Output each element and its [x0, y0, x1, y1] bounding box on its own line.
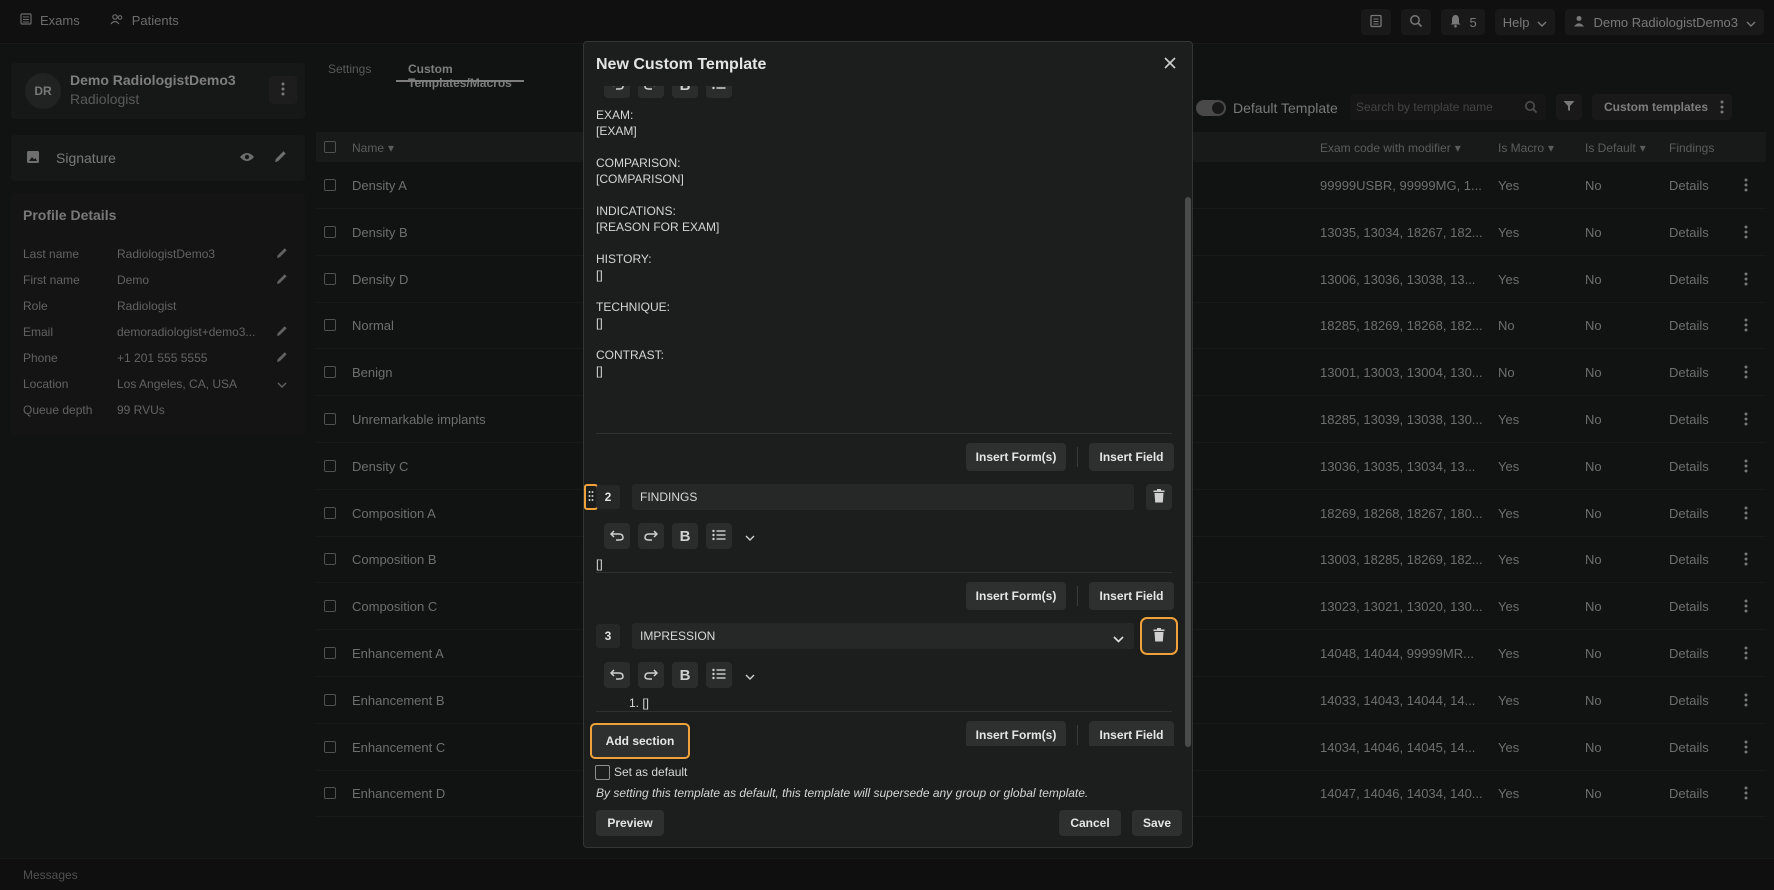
undo-button[interactable] — [604, 86, 630, 98]
section-name-select[interactable]: IMPRESSION — [632, 623, 1134, 649]
bold-icon: B — [680, 86, 691, 94]
template-text-line: [] — [596, 316, 603, 330]
divider — [596, 711, 1172, 712]
set-default-checkbox[interactable] — [595, 765, 610, 780]
template-text-line: [REASON FOR EXAM] — [596, 220, 720, 234]
section-2-content[interactable]: [] — [596, 556, 603, 572]
new-template-modal: New Custom Template B EXAM: [EXAM] COMPARI… — [583, 41, 1193, 848]
undo-icon — [610, 86, 624, 93]
template-text-line: TECHNIQUE: — [596, 300, 671, 314]
chevron-down-icon — [745, 668, 755, 683]
editor-toolbar-section-3: B — [604, 662, 760, 688]
insert-forms-button[interactable]: Insert Form(s) — [966, 721, 1066, 746]
chevron-down-icon — [745, 529, 755, 544]
insert-forms-button[interactable]: Insert Form(s) — [966, 582, 1066, 610]
template-text-line: [] — [596, 268, 603, 282]
section-number: 2 — [596, 485, 620, 509]
redo-icon — [644, 529, 659, 544]
close-button[interactable] — [1160, 54, 1180, 74]
template-text-line: HISTORY: — [596, 252, 652, 266]
delete-section-button[interactable] — [1140, 617, 1178, 655]
editor-toolbar-section-1: B — [604, 86, 732, 98]
section-3-content[interactable]: 1. [] — [629, 695, 649, 711]
list-icon — [712, 668, 726, 683]
bold-button[interactable]: B — [672, 662, 698, 688]
chevron-down-icon — [1113, 632, 1124, 646]
modal-scroll-area[interactable]: B EXAM: [EXAM] COMPARISON: [COMPARISON] INDI… — [584, 86, 1192, 746]
list-icon — [712, 529, 726, 544]
separator — [1077, 725, 1078, 745]
insert-forms-button[interactable]: Insert Form(s) — [966, 443, 1066, 471]
insert-field-button[interactable]: Insert Field — [1089, 582, 1174, 610]
redo-button[interactable] — [638, 523, 664, 549]
template-text-line: EXAM: — [596, 108, 634, 122]
redo-button[interactable] — [638, 86, 664, 98]
template-text-line: [COMPARISON] — [596, 172, 684, 186]
section-name-input[interactable]: FINDINGS — [632, 484, 1134, 510]
template-text-line: [] — [596, 364, 603, 378]
insert-field-button[interactable]: Insert Field — [1089, 721, 1174, 746]
section-number: 3 — [596, 624, 620, 648]
cancel-button[interactable]: Cancel — [1059, 810, 1121, 836]
template-text-line: COMPARISON: — [596, 156, 681, 170]
template-text-line: INDICATIONS: — [596, 204, 676, 218]
default-note: By setting this template as default, thi… — [596, 786, 1089, 800]
list-button[interactable] — [706, 662, 732, 688]
list-icon — [712, 86, 726, 93]
undo-icon — [609, 529, 624, 544]
drag-dots-icon — [588, 490, 594, 505]
editor-toolbar-section-2: B — [604, 523, 760, 549]
template-text-line: [EXAM] — [596, 124, 637, 138]
separator — [1077, 586, 1078, 606]
preview-button[interactable]: Preview — [596, 810, 664, 836]
close-icon — [1164, 56, 1176, 72]
list-button[interactable] — [706, 523, 732, 549]
trash-icon — [1153, 627, 1165, 645]
trash-icon — [1153, 488, 1165, 506]
undo-button[interactable] — [604, 662, 630, 688]
list-button[interactable] — [706, 86, 732, 98]
separator — [1077, 447, 1078, 467]
redo-icon — [644, 668, 659, 683]
modal-title: New Custom Template — [596, 56, 767, 73]
template-text-line: CONTRAST: — [596, 348, 665, 362]
save-button[interactable]: Save — [1132, 810, 1182, 836]
divider — [596, 572, 1172, 573]
more-tools-button[interactable] — [740, 662, 760, 688]
bold-button[interactable]: B — [672, 523, 698, 549]
more-tools-button[interactable] — [740, 523, 760, 549]
redo-icon — [644, 86, 658, 93]
bold-button[interactable]: B — [672, 86, 698, 98]
bold-icon: B — [679, 527, 691, 545]
bold-icon: B — [679, 666, 691, 684]
undo-button[interactable] — [604, 523, 630, 549]
insert-field-button[interactable]: Insert Field — [1089, 443, 1174, 471]
set-default-label[interactable]: Set as default — [614, 765, 687, 779]
modal-scrollbar[interactable] — [1185, 197, 1191, 747]
undo-icon — [609, 668, 624, 683]
section-name-value: IMPRESSION — [640, 629, 716, 643]
divider — [596, 433, 1172, 434]
delete-section-button[interactable] — [1146, 484, 1172, 510]
add-section-button[interactable]: Add section — [590, 723, 690, 759]
redo-button[interactable] — [638, 662, 664, 688]
